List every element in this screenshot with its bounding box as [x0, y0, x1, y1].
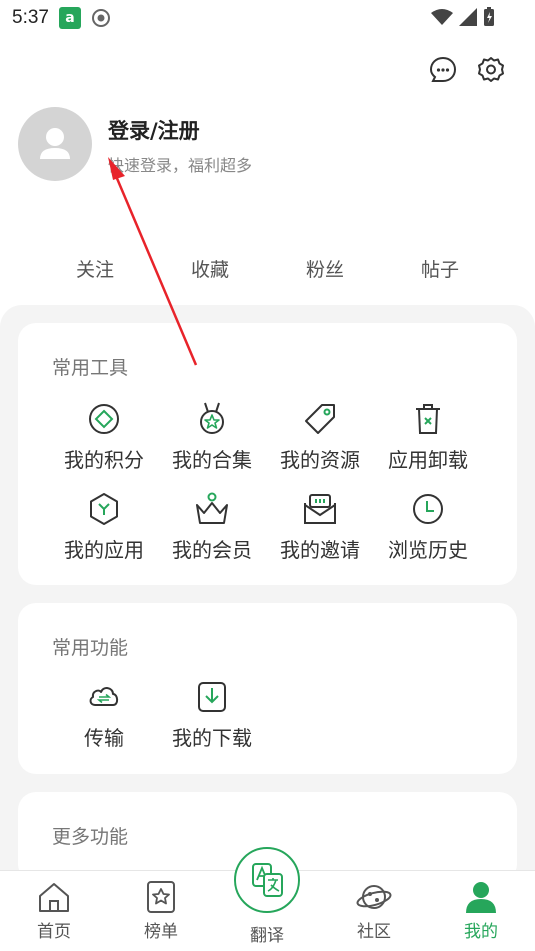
more-functions-title: 更多功能	[52, 826, 129, 848]
tool-resources[interactable]: 我的资源	[266, 401, 374, 473]
common-functions-title: 常用功能	[52, 637, 129, 659]
nav-profile[interactable]: 我的	[441, 879, 521, 942]
tool-label: 我的应用	[64, 538, 144, 562]
clock-icon	[413, 494, 443, 524]
status-indicators	[431, 7, 495, 27]
nav-label: 我的	[464, 922, 498, 942]
wifi-icon	[431, 9, 453, 25]
home-icon	[39, 883, 69, 912]
envelope-icon	[304, 494, 336, 524]
tool-label: 浏览历史	[388, 538, 468, 562]
function-label: 传输	[84, 726, 124, 750]
tool-label: 我的积分	[64, 448, 144, 472]
stats-row: 关注 收藏 粉丝 帖子	[0, 255, 535, 285]
translate-icon	[252, 863, 283, 897]
login-subtitle: 快速登录，福利超多	[108, 156, 253, 175]
shield-icon	[91, 9, 110, 27]
tool-collection[interactable]: 我的合集	[158, 401, 266, 473]
trash-icon	[416, 404, 440, 434]
nav-home[interactable]: 首页	[14, 879, 94, 942]
avatar[interactable]	[18, 107, 92, 181]
nav-label: 首页	[37, 922, 71, 942]
hexagon-icon	[90, 493, 118, 525]
tool-invitations[interactable]: 我的邀请	[266, 491, 374, 563]
stat-posts[interactable]: 帖子	[400, 255, 480, 282]
tool-history[interactable]: 浏览历史	[374, 491, 482, 563]
tool-label: 我的资源	[280, 448, 360, 472]
tag-icon	[305, 404, 335, 434]
nav-ranking[interactable]: 榜单	[121, 879, 201, 942]
signal-icon	[459, 8, 477, 26]
nav-label: 翻译	[250, 926, 284, 946]
ranking-icon	[147, 881, 175, 913]
download-icon	[198, 682, 226, 712]
tool-points[interactable]: 我的积分	[50, 401, 158, 473]
stat-fans[interactable]: 粉丝	[285, 255, 365, 282]
nav-community[interactable]: 社区	[334, 879, 414, 942]
battery-icon	[484, 7, 494, 26]
tool-label: 我的合集	[172, 448, 252, 472]
tool-my-apps[interactable]: 我的应用	[50, 491, 158, 563]
common-tools-card: 常用工具 我的积分 我的合集 我的资源 应用卸载 我的应用 我的会员 我的邀请 …	[18, 323, 517, 585]
nav-label: 榜单	[144, 922, 178, 942]
nav-label: 社区	[357, 922, 391, 942]
header-actions	[429, 56, 505, 84]
diamond-icon	[89, 404, 119, 434]
cloud-transfer-icon	[89, 687, 119, 706]
tool-label: 应用卸载	[388, 448, 468, 472]
message-icon[interactable]	[429, 56, 457, 84]
translate-button[interactable]	[234, 847, 300, 913]
login-register-link[interactable]: 登录/注册	[108, 115, 200, 145]
function-downloads[interactable]: 我的下载	[158, 679, 266, 751]
stat-favorites[interactable]: 收藏	[170, 255, 250, 282]
profile-icon	[466, 882, 496, 913]
status-bar: 5:37 a	[0, 0, 535, 36]
medal-icon	[200, 402, 224, 434]
app-notification-icon: a	[58, 7, 81, 29]
function-label: 我的下载	[172, 726, 252, 750]
tool-membership[interactable]: 我的会员	[158, 491, 266, 563]
status-time: 5:37	[12, 7, 49, 28]
tool-uninstall[interactable]: 应用卸载	[374, 401, 482, 473]
user-silhouette-icon	[40, 128, 70, 159]
crown-icon	[196, 492, 228, 524]
stat-following[interactable]: 关注	[55, 255, 135, 282]
common-functions-card: 常用功能 传输 我的下载	[18, 603, 517, 774]
tool-label: 我的会员	[172, 538, 252, 562]
common-tools-title: 常用工具	[52, 357, 129, 379]
settings-icon[interactable]	[477, 56, 505, 84]
tool-label: 我的邀请	[280, 538, 360, 562]
function-transfer[interactable]: 传输	[50, 679, 158, 751]
planet-icon	[356, 885, 392, 909]
